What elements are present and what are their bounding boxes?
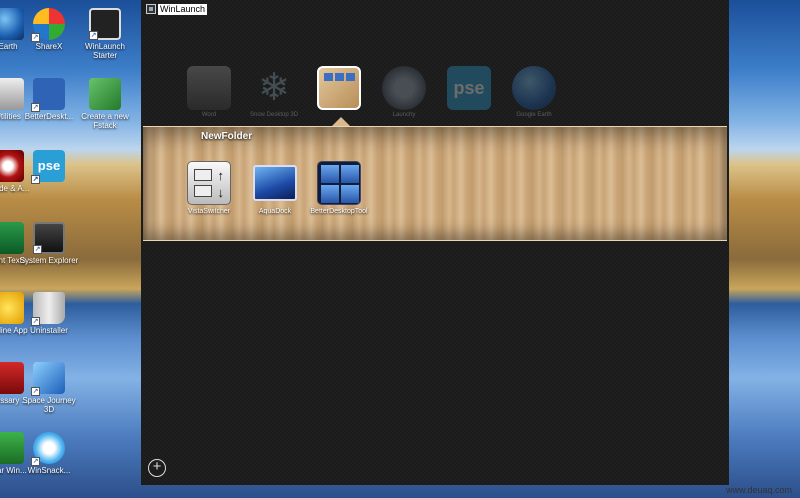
folder-pointer [332, 117, 350, 126]
rocket-icon [382, 66, 426, 110]
desktop-icon-label: Utilities [0, 112, 21, 121]
desktop-icon-create-fstack[interactable]: Create a new Fstack [75, 78, 135, 130]
desktop-icon-system-explorer[interactable]: ↗ System Explorer [19, 222, 79, 265]
app-icon [89, 78, 121, 110]
shortcut-arrow-icon: ↗ [31, 317, 40, 326]
desktop-icon-winlaunch-starter[interactable]: ↗ WinLaunch Starter [75, 8, 135, 60]
watermark: www.deuaq.com [725, 485, 792, 495]
launcher-item-label: Word [201, 112, 217, 118]
desktop-icon-label: WinSnack... [27, 466, 71, 475]
folder-item-vistaswitcher[interactable]: ↑ ↓ VistaSwitcher [171, 161, 247, 215]
switcher-icon: ↑ ↓ [187, 161, 231, 205]
desktop-icon-label: ShareX [35, 42, 63, 51]
folder-item-label: BetterDesktopTool [310, 208, 368, 215]
launcher-item-label: Google Earth [516, 112, 552, 118]
desktop-icon-winsnack[interactable]: ↗ WinSnack... [19, 432, 79, 475]
desktop-icon-sharex[interactable]: ↗ ShareX [19, 8, 79, 51]
shortcut-arrow-icon: ↗ [31, 103, 40, 112]
desktop-icon-label: System Explorer [19, 256, 79, 265]
winlaunch-window: WinLaunch Word ❄ Snow Desktop 3D Launchy… [141, 0, 729, 485]
pse-icon: pse ↗ [31, 150, 65, 184]
globe-icon [512, 66, 556, 110]
shortcut-arrow-icon: ↗ [31, 457, 40, 466]
windows-grid-icon [317, 161, 361, 205]
desktop-icon-label: Guide & A... [0, 184, 30, 193]
desktop-icon-space-journey[interactable]: ↗ Space Journey 3D [19, 362, 79, 414]
app-icon: ↗ [31, 432, 65, 466]
desktop-icon-label: Create a new Fstack [81, 112, 129, 130]
launcher-item-google-earth[interactable]: Google Earth [508, 66, 560, 118]
desktop-icon-uninstaller[interactable]: ↗ Uninstaller [19, 292, 79, 335]
windows-grid-icon: ↗ [31, 78, 65, 112]
launcher-item-label: Launchy [392, 112, 416, 118]
trash-icon: ↗ [31, 292, 65, 326]
desktop-icon-pse[interactable]: pse ↗ [19, 150, 79, 184]
shortcut-arrow-icon: ↗ [31, 387, 40, 396]
winlaunch-icon: ↗ [89, 8, 121, 40]
folder-title[interactable]: NewFolder [201, 131, 252, 142]
shortcut-arrow-icon: ↗ [89, 31, 98, 40]
desktop-icon-label: BetterDeskt... [24, 112, 74, 121]
desktop-icon-label: WinLaunch Starter [84, 42, 126, 60]
add-item-button[interactable]: + [148, 459, 166, 477]
desktop-icon-label: Uninstaller [30, 326, 68, 335]
launcher-item-launchy[interactable]: Launchy [378, 66, 430, 118]
folder-item-betterdesktoptool[interactable]: BetterDesktopTool [301, 161, 377, 215]
folder-item-label: VistaSwitcher [187, 208, 231, 215]
shortcut-arrow-icon: ↗ [33, 245, 42, 254]
sharex-icon: ↗ [31, 8, 65, 42]
app-icon: ↗ [31, 362, 65, 396]
launcher-item-newfolder[interactable] [313, 66, 365, 110]
monitor-icon: ↗ [33, 222, 65, 254]
launcher-item-pse[interactable]: pse [443, 66, 495, 110]
dock-icon [253, 165, 297, 201]
folder-icon [317, 66, 361, 110]
folder-panel: NewFolder ↑ ↓ VistaSwitcher AquaDock Bett… [143, 126, 727, 241]
desktop-icon-label: Space Journey 3D [22, 396, 76, 414]
launcher-item-snow-desktop[interactable]: ❄ Snow Desktop 3D [248, 66, 300, 118]
document-icon [187, 66, 231, 110]
snowflake-icon: ❄ [258, 67, 290, 109]
desktop-icon-label: Earth [0, 42, 18, 51]
title-bar[interactable]: WinLaunch [141, 0, 729, 18]
shortcut-arrow-icon: ↗ [31, 175, 40, 184]
plus-icon: + [152, 458, 162, 475]
launcher-item-word[interactable]: Word [183, 66, 235, 118]
shortcut-arrow-icon: ↗ [31, 33, 40, 42]
app-window-icon [146, 4, 156, 14]
desktop-icon-betterdesktop[interactable]: ↗ BetterDeskt... [19, 78, 79, 121]
window-title: WinLaunch [158, 4, 208, 15]
pse-icon: pse [447, 66, 491, 110]
launcher-item-label: Snow Desktop 3D [249, 112, 299, 118]
